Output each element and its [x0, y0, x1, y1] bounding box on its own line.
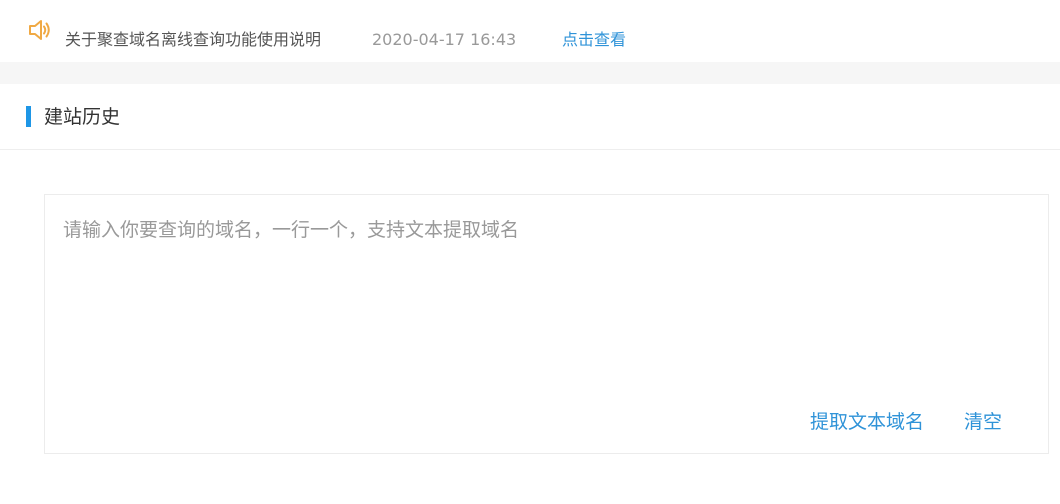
- section-header: 建站历史: [0, 84, 1060, 150]
- notice-bar: 关于聚查域名离线查询功能使用说明 2020-04-17 16:43 点击查看: [0, 0, 1060, 62]
- notice-timestamp: 2020-04-17 16:43: [372, 30, 517, 49]
- speaker-icon: [27, 18, 53, 42]
- section-divider: [0, 62, 1060, 84]
- domain-input-panel: 提取文本域名 清空: [44, 194, 1049, 454]
- extract-domains-button[interactable]: 提取文本域名: [810, 410, 924, 434]
- view-notice-link[interactable]: 点击查看: [562, 30, 626, 50]
- section-accent-bar: [26, 106, 31, 127]
- section-title: 建站历史: [44, 106, 121, 128]
- domain-input[interactable]: [45, 195, 1048, 385]
- clear-button[interactable]: 清空: [964, 410, 1002, 434]
- notice-title[interactable]: 关于聚查域名离线查询功能使用说明: [65, 30, 321, 50]
